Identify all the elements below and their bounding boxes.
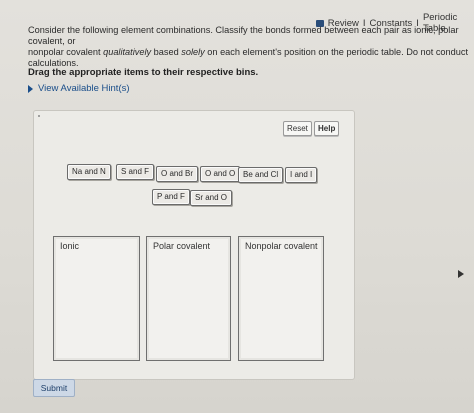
drag-drop-panel: Reset Help Na and N S and F O and Br O a… (33, 110, 355, 380)
question-prompt: Consider the following element combinati… (28, 25, 468, 69)
item-p-and-f[interactable]: P and F (152, 189, 190, 205)
instruction: Drag the appropriate items to their resp… (28, 67, 259, 78)
hints-label[interactable]: View Available Hint(s) (38, 83, 130, 94)
item-s-and-f[interactable]: S and F (116, 164, 155, 180)
item-i-and-i[interactable]: I and I (285, 167, 318, 183)
panel-marker (38, 115, 40, 117)
item-o-and-o[interactable]: O and O (200, 166, 241, 182)
prompt-text: on each element's position on the period… (204, 47, 469, 57)
bin-label: Ionic (60, 241, 80, 251)
bin-label: Polar covalent (153, 241, 211, 251)
submit-button[interactable]: Submit (33, 379, 75, 397)
item-be-and-cl[interactable]: Be and Cl (238, 167, 284, 183)
caret-right-icon (28, 84, 33, 93)
mouse-cursor-icon (458, 270, 464, 278)
prompt-line-1: Consider the following element combinati… (28, 25, 459, 46)
bin-polar-covalent[interactable]: Polar covalent (146, 236, 231, 361)
prompt-emphasis: qualitatively (103, 47, 152, 57)
view-hints-toggle[interactable]: View Available Hint(s) (28, 83, 130, 94)
bin-label: Nonpolar covalent (245, 241, 318, 251)
prompt-text: based (151, 47, 182, 57)
reset-button[interactable]: Reset (283, 121, 312, 136)
bin-nonpolar-covalent[interactable]: Nonpolar covalent (238, 236, 324, 361)
prompt-line-2: nonpolar covalent qualitatively based so… (28, 47, 468, 58)
help-button[interactable]: Help (314, 121, 340, 136)
bin-ionic[interactable]: Ionic (53, 236, 140, 361)
item-o-and-br[interactable]: O and Br (156, 166, 199, 182)
item-na-and-n[interactable]: Na and N (67, 164, 111, 180)
prompt-text: nonpolar covalent (28, 47, 104, 57)
prompt-emphasis: solely (181, 47, 205, 57)
item-sr-and-o[interactable]: Sr and O (190, 190, 233, 206)
